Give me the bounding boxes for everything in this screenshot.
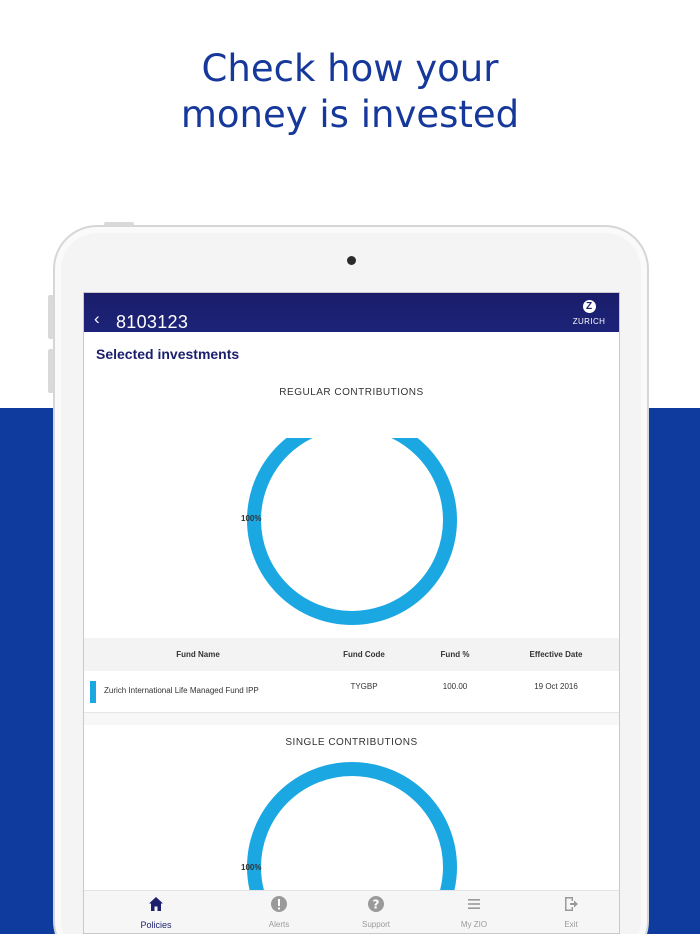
regular-donut-slice[interactable] bbox=[247, 438, 457, 625]
nav-support[interactable]: ? Support bbox=[336, 891, 416, 933]
section-divider bbox=[84, 713, 619, 725]
zurich-logo-text: ZURICH bbox=[572, 317, 606, 326]
section-title: Selected investments bbox=[96, 346, 240, 362]
single-donut-slice[interactable] bbox=[247, 762, 457, 899]
volume-down-button bbox=[48, 349, 54, 393]
effective-date: 19 Oct 2016 bbox=[534, 682, 578, 691]
header-fund-code: Fund Code bbox=[343, 650, 385, 659]
regular-donut-label: 100% bbox=[241, 514, 262, 523]
fund-name: Zurich International Life Managed Fund I… bbox=[104, 686, 259, 695]
single-contributions-donut bbox=[247, 762, 457, 899]
fund-code: TYGBP bbox=[350, 682, 378, 691]
app-screen: ‹ 8103123 Z ZURICH Selected investments … bbox=[83, 292, 620, 934]
nav-exit-label: Exit bbox=[564, 920, 578, 929]
menu-icon bbox=[468, 899, 480, 909]
nav-my-zio-label: My ZIO bbox=[460, 920, 488, 929]
zurich-logo: Z ZURICH bbox=[569, 300, 609, 328]
nav-exit[interactable]: Exit bbox=[531, 891, 611, 933]
chevron-left-icon[interactable]: ‹ bbox=[94, 310, 100, 327]
exit-icon bbox=[565, 897, 578, 911]
fund-color-swatch bbox=[90, 681, 96, 703]
header-fund-name: Fund Name bbox=[176, 650, 220, 659]
single-donut-label: 100% bbox=[241, 863, 262, 872]
header-effective-date: Effective Date bbox=[529, 650, 583, 659]
zurich-logo-mark: Z bbox=[582, 300, 596, 313]
headline-line-1: Check how your bbox=[201, 47, 499, 90]
volume-up-button bbox=[48, 295, 54, 339]
fund-table-header: Fund Name Fund Code Fund % Effective Dat… bbox=[84, 638, 619, 671]
nav-alerts[interactable]: Alerts bbox=[239, 891, 319, 933]
help-icon: ? bbox=[368, 896, 384, 912]
headline: Check how your money is invested bbox=[0, 46, 700, 138]
nav-support-label: Support bbox=[361, 920, 391, 929]
nav-policies[interactable]: Policies bbox=[116, 891, 196, 933]
alert-icon bbox=[271, 896, 287, 912]
nav-my-zio[interactable]: My ZIO bbox=[434, 891, 514, 933]
svg-text:?: ? bbox=[373, 898, 380, 912]
nav-policies-label: Policies bbox=[140, 920, 172, 930]
power-button bbox=[104, 222, 134, 226]
regular-contributions-donut bbox=[247, 438, 457, 625]
table-row[interactable]: Zurich International Life Managed Fund I… bbox=[84, 671, 619, 713]
home-icon bbox=[149, 897, 163, 911]
fund-pct: 100.00 bbox=[442, 682, 468, 691]
nav-alerts-label: Alerts bbox=[268, 920, 290, 929]
front-camera bbox=[347, 256, 356, 265]
regular-contributions-title: REGULAR CONTRIBUTIONS bbox=[279, 387, 424, 398]
single-contributions-title: SINGLE CONTRIBUTIONS bbox=[285, 737, 418, 748]
policy-number: 8103123 bbox=[116, 312, 189, 332]
app-bar: ‹ 8103123 Z ZURICH bbox=[84, 293, 619, 332]
headline-line-2: money is invested bbox=[180, 93, 520, 136]
header-fund-pct: Fund % bbox=[440, 650, 470, 659]
bottom-nav: Policies Alerts ? Support My ZIO Exit bbox=[84, 890, 619, 933]
